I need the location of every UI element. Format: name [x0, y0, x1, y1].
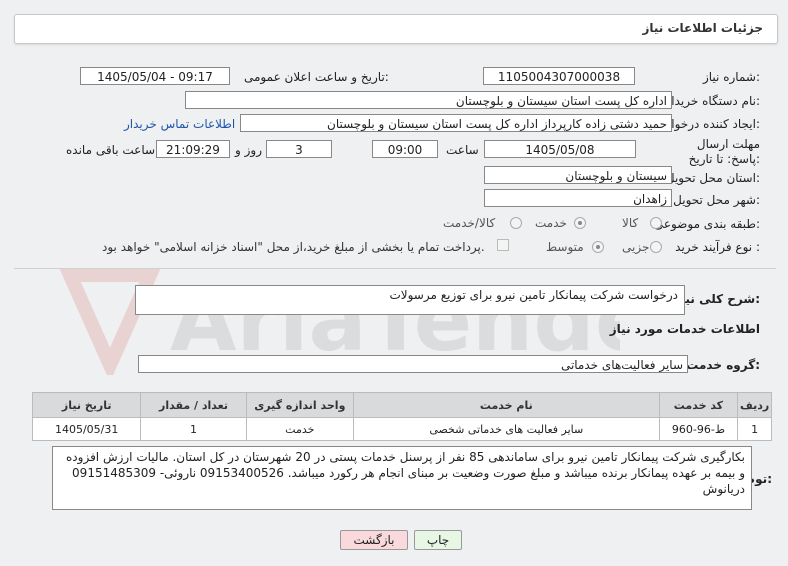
- cell-service-code: ط-96-960: [658, 417, 739, 441]
- deadline-time-field: 09:00: [372, 140, 438, 158]
- remaining-time-label: ساعت باقی مانده: [66, 143, 156, 157]
- category-option-goods-service: کالا/خدمت: [443, 216, 496, 230]
- city-field: زاهدان: [484, 189, 672, 207]
- summary-field: درخواست شرکت پیمانکار تامین نیرو برای تو…: [135, 285, 685, 315]
- need-number-field: 1105004307000038: [483, 67, 635, 85]
- buyer-contact-link[interactable]: اطلاعات تماس خریدار: [124, 117, 235, 131]
- remaining-time-field: 21:09:29: [156, 140, 230, 158]
- col-quantity: تعداد / مقدار: [140, 392, 247, 418]
- process-label: نوع فرآیند خرید :: [675, 240, 760, 254]
- col-service-code: کد خدمت: [658, 392, 739, 418]
- category-radio-goods-service[interactable]: [510, 217, 522, 229]
- province-label: استان محل تحویل:: [665, 171, 760, 185]
- buyer-org-field: اداره کل پست استان سیستان و بلوچستان: [185, 91, 672, 109]
- col-service-name: نام خدمت: [352, 392, 660, 418]
- category-label: طبقه بندی موضوعی:: [653, 217, 760, 231]
- province-field: سیستان و بلوچستان: [484, 166, 672, 184]
- treasury-checkbox[interactable]: [497, 239, 509, 251]
- deadline-days-field: 3: [266, 140, 332, 158]
- page-header: جزئیات اطلاعات نیاز: [14, 14, 778, 44]
- table-row: 1 ط-96-960 سایر فعالیت های خدماتی شخصی خ…: [31, 417, 772, 441]
- deadline-date-field: 1405/05/08: [484, 140, 636, 158]
- creator-field: حمید دشتی زاده کارپرداز اداره کل پست است…: [240, 114, 672, 132]
- city-label: شهر محل تحویل:: [673, 193, 760, 207]
- buyer-notes-text: بکارگیری شرکت پیمانکار تامین نیرو برای س…: [66, 450, 745, 496]
- buyer-notes-field: بکارگیری شرکت پیمانکار تامین نیرو برای س…: [52, 446, 752, 510]
- col-row-number: ردیف: [737, 392, 772, 418]
- cell-row-number: 1: [737, 417, 772, 441]
- process-radio-medium[interactable]: [592, 241, 604, 253]
- col-need-date: تاریخ نیاز: [31, 392, 142, 418]
- cell-need-date: 1405/05/31: [31, 417, 142, 441]
- deadline-days-label: روز و: [235, 143, 262, 157]
- announce-datetime-label: تاریخ و ساعت اعلان عمومی:: [244, 70, 389, 84]
- process-option-minor: جزیی: [622, 240, 650, 254]
- announce-datetime-field: 1405/05/04 - 09:17: [80, 67, 230, 85]
- need-number-label: شماره نیاز:: [702, 70, 760, 84]
- category-option-service: خدمت: [535, 216, 567, 230]
- services-info-title: اطلاعات خدمات مورد نیاز: [609, 322, 760, 336]
- section-divider: [14, 268, 776, 269]
- page-title: جزئیات اطلاعات نیاز: [642, 21, 763, 35]
- cell-unit: خدمت: [245, 417, 354, 441]
- services-table: ردیف کد خدمت نام خدمت واحد اندازه گیری ت…: [31, 392, 772, 441]
- service-group-label: گروه خدمت:: [686, 358, 760, 372]
- buyer-org-label: نام دستگاه خریدار:: [665, 94, 761, 108]
- deadline-label: مهلت ارسال پاسخ: تا تاریخ:: [688, 137, 760, 166]
- treasury-note: پرداخت تمام یا بخشی از مبلغ خرید،از محل …: [102, 240, 485, 254]
- category-radio-goods[interactable]: [650, 217, 662, 229]
- process-option-medium: متوسط: [546, 240, 584, 254]
- col-unit: واحد اندازه گیری: [245, 392, 354, 418]
- cell-quantity: 1: [140, 417, 247, 441]
- category-option-goods: کالا: [622, 216, 639, 230]
- summary-label: شرح کلی نیاز:: [674, 292, 760, 306]
- deadline-time-label: ساعت: [446, 143, 479, 157]
- back-button[interactable]: بازگشت: [340, 530, 408, 550]
- service-group-field: سایر فعالیت‌های خدماتی: [138, 355, 688, 373]
- table-header-row: ردیف کد خدمت نام خدمت واحد اندازه گیری ت…: [31, 392, 772, 418]
- summary-text: درخواست شرکت پیمانکار تامین نیرو برای تو…: [389, 288, 678, 302]
- cell-service-name: سایر فعالیت های خدماتی شخصی: [352, 417, 660, 441]
- process-radio-minor[interactable]: [650, 241, 662, 253]
- category-radio-service[interactable]: [574, 217, 586, 229]
- print-button[interactable]: چاپ: [414, 530, 462, 550]
